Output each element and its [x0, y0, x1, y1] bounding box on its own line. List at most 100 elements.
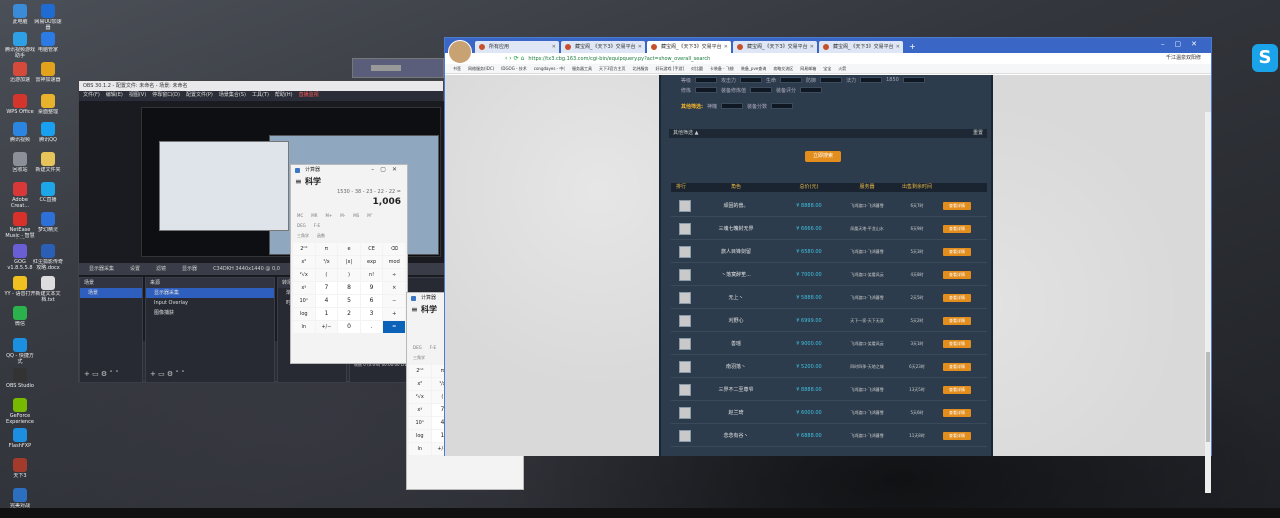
- bookmark-item[interactable]: 天下3官方主页: [599, 64, 626, 73]
- character-thumbnail[interactable]: [679, 245, 691, 258]
- calc-key[interactable]: ⌫: [383, 243, 405, 255]
- other-filter-section[interactable]: 其他筛选 ▲ 重置: [669, 129, 987, 138]
- character-thumbnail[interactable]: [679, 360, 691, 373]
- desktop-icon[interactable]: 微信: [4, 306, 36, 333]
- character-name[interactable]: 顽固的兽。: [691, 202, 781, 209]
- memory-button[interactable]: M˅: [367, 211, 372, 221]
- new-tab-icon[interactable]: +: [905, 41, 916, 53]
- source-item[interactable]: Input Overlay: [146, 298, 274, 308]
- character-thumbnail[interactable]: [679, 268, 691, 281]
- filter-input[interactable]: [860, 77, 883, 83]
- bookmark-item[interactable]: 卡装备 - 飞梭: [710, 64, 734, 73]
- obs-toolbar-item[interactable]: C34DKH 3440x1440 @ 0,0: [213, 263, 280, 275]
- desktop-icon[interactable]: 红尘孤影传奇攻略.docx: [32, 244, 64, 271]
- view-details-button[interactable]: 查看详情: [943, 408, 971, 417]
- close-icon[interactable]: ✕: [724, 41, 728, 53]
- reset-link[interactable]: 重置: [973, 129, 983, 138]
- desktop-icon[interactable]: CC直播: [32, 182, 64, 209]
- calc-key[interactable]: ²√x: [293, 269, 315, 281]
- scenes-controls[interactable]: + ▭ ⚙ ˄ ˅: [80, 370, 142, 382]
- character-name[interactable]: 善瑶: [691, 340, 781, 347]
- calc-key[interactable]: 5: [338, 295, 360, 307]
- calc-key[interactable]: 3: [360, 308, 383, 320]
- filter-input[interactable]: [902, 77, 925, 83]
- calc-key[interactable]: mod: [383, 256, 405, 268]
- calc-key[interactable]: 6: [360, 295, 383, 307]
- character-name[interactable]: 念念有谷丶: [691, 432, 781, 439]
- obs-menu-item[interactable]: 视图(V): [129, 91, 146, 100]
- page-scrollbar[interactable]: [1205, 112, 1211, 493]
- bookmark-item[interactable]: 网络服务(IDC): [468, 64, 494, 73]
- character-thumbnail[interactable]: [679, 429, 691, 442]
- memory-button[interactable]: M+: [325, 211, 332, 221]
- filter-input[interactable]: [820, 77, 843, 83]
- desktop-icon[interactable]: 雷神加速器: [32, 62, 64, 89]
- desktop-icon[interactable]: GeForce Experience: [4, 398, 36, 425]
- desktop-icon[interactable]: 新建文本文档.txt: [32, 276, 64, 303]
- filter-input[interactable]: [750, 87, 773, 93]
- character-thumbnail[interactable]: [679, 222, 691, 235]
- character-name[interactable]: 丶落寞醉笙...: [691, 271, 781, 278]
- calc-key[interactable]: −: [383, 295, 405, 307]
- table-row[interactable]: 无上丶 ¥ 5888.00 飞鸿渡口-飞鸿暮雪 2天5时 查看详情: [671, 287, 987, 309]
- character-name[interactable]: 三魂七魄封无界: [691, 225, 781, 232]
- calc-key[interactable]: ln: [293, 321, 315, 333]
- obs-menu-item[interactable]: 场景集合(S): [219, 91, 246, 100]
- calc-key[interactable]: 2ⁿᵈ: [409, 365, 431, 377]
- table-row[interactable]: 三界不二至尊爷 ¥ 8888.00 飞鸿渡口-飞鸿暮雪 13天5时 查看详情: [671, 379, 987, 401]
- character-name[interactable]: 刈野心: [691, 317, 781, 324]
- bookmark-item[interactable]: 攻略交流区: [773, 64, 793, 73]
- character-thumbnail[interactable]: [679, 406, 691, 419]
- calc-key[interactable]: ×: [383, 282, 405, 294]
- calc-key[interactable]: 4: [315, 295, 338, 307]
- calc-key[interactable]: x²: [293, 256, 315, 268]
- close-icon[interactable]: ✕: [896, 41, 900, 53]
- calc-key[interactable]: ¹/x: [315, 256, 338, 268]
- filter-input[interactable]: [771, 103, 794, 109]
- filter-input[interactable]: [695, 77, 718, 83]
- desktop-icon[interactable]: 桌面整理: [32, 94, 64, 121]
- obs-toolbar-item[interactable]: 滤镜: [156, 263, 166, 275]
- desktop-icon[interactable]: 天下3: [4, 458, 36, 485]
- calc-key[interactable]: .: [360, 321, 383, 333]
- browser-tab[interactable]: 藏宝阁_《天下3》交易平台 ✕: [819, 41, 903, 53]
- calc-key[interactable]: 10ˣ: [409, 417, 431, 429]
- table-row[interactable]: 善瑶 ¥ 9000.00 飞鸿渡口-笑看风云 3天1时 查看详情: [671, 333, 987, 355]
- function-dropdown[interactable]: 三角学: [413, 353, 425, 363]
- calc-key[interactable]: +/−: [315, 321, 338, 333]
- filter-input[interactable]: [800, 87, 823, 93]
- calc-key[interactable]: π: [315, 243, 338, 255]
- view-details-button[interactable]: 查看详情: [943, 293, 971, 302]
- browser-window-controls[interactable]: –▢✕: [1161, 40, 1207, 48]
- bookmark-item[interactable]: 好玩游戏 [手游]: [656, 64, 684, 73]
- character-name[interactable]: 旅人目锋剑留: [691, 248, 781, 255]
- memory-button[interactable]: M-: [340, 211, 345, 221]
- angle-button[interactable]: DEG: [297, 221, 306, 231]
- obs-menu-item[interactable]: 编辑(E): [106, 91, 123, 100]
- filter-input[interactable]: [780, 77, 803, 83]
- url-input[interactable]: https://tx3.cbg.163.com/cgi-bin/equipque…: [528, 56, 710, 62]
- obs-menu-item[interactable]: 直播监视: [299, 91, 319, 100]
- calc1-mode[interactable]: 科学: [291, 175, 407, 189]
- character-name[interactable]: 赵兰琦: [691, 409, 781, 416]
- table-row[interactable]: 旅人目锋剑留 ¥ 6580.00 飞鸿渡口-飞鸿暮雪 5天3时 查看详情: [671, 241, 987, 263]
- view-details-button[interactable]: 查看详情: [943, 224, 971, 233]
- calc-key[interactable]: 7: [315, 282, 338, 294]
- obs-menu-item[interactable]: 帮助(H): [275, 91, 293, 100]
- calc-key[interactable]: ): [338, 269, 360, 281]
- obs-toolbar-item[interactable]: 设置: [130, 263, 140, 275]
- close-icon[interactable]: ✕: [810, 41, 814, 53]
- obs-menu-item[interactable]: 配置文件(P): [186, 91, 213, 100]
- source-item[interactable]: 显示器采集: [146, 288, 274, 298]
- calc-key[interactable]: =: [383, 321, 405, 333]
- view-details-button[interactable]: 查看详情: [943, 201, 971, 210]
- calc-key[interactable]: 2ⁿᵈ: [293, 243, 315, 255]
- browser-profile-avatar[interactable]: [448, 40, 472, 64]
- table-row[interactable]: 念念有谷丶 ¥ 6888.00 飞鸿渡口-飞鸿暮雪 11天8时 查看详情: [671, 425, 987, 447]
- bookmark-item[interactable]: 对比圆: [691, 64, 703, 73]
- view-details-button[interactable]: 查看详情: [943, 362, 971, 371]
- desktop-icon[interactable]: FlashFXP: [4, 428, 36, 455]
- memory-button[interactable]: MC: [297, 211, 303, 221]
- calc-key[interactable]: xʸ: [293, 282, 315, 294]
- table-row[interactable]: 南羽落丶 ¥ 5200.00 四时四季-天地之城 6天23时 查看详情: [671, 356, 987, 378]
